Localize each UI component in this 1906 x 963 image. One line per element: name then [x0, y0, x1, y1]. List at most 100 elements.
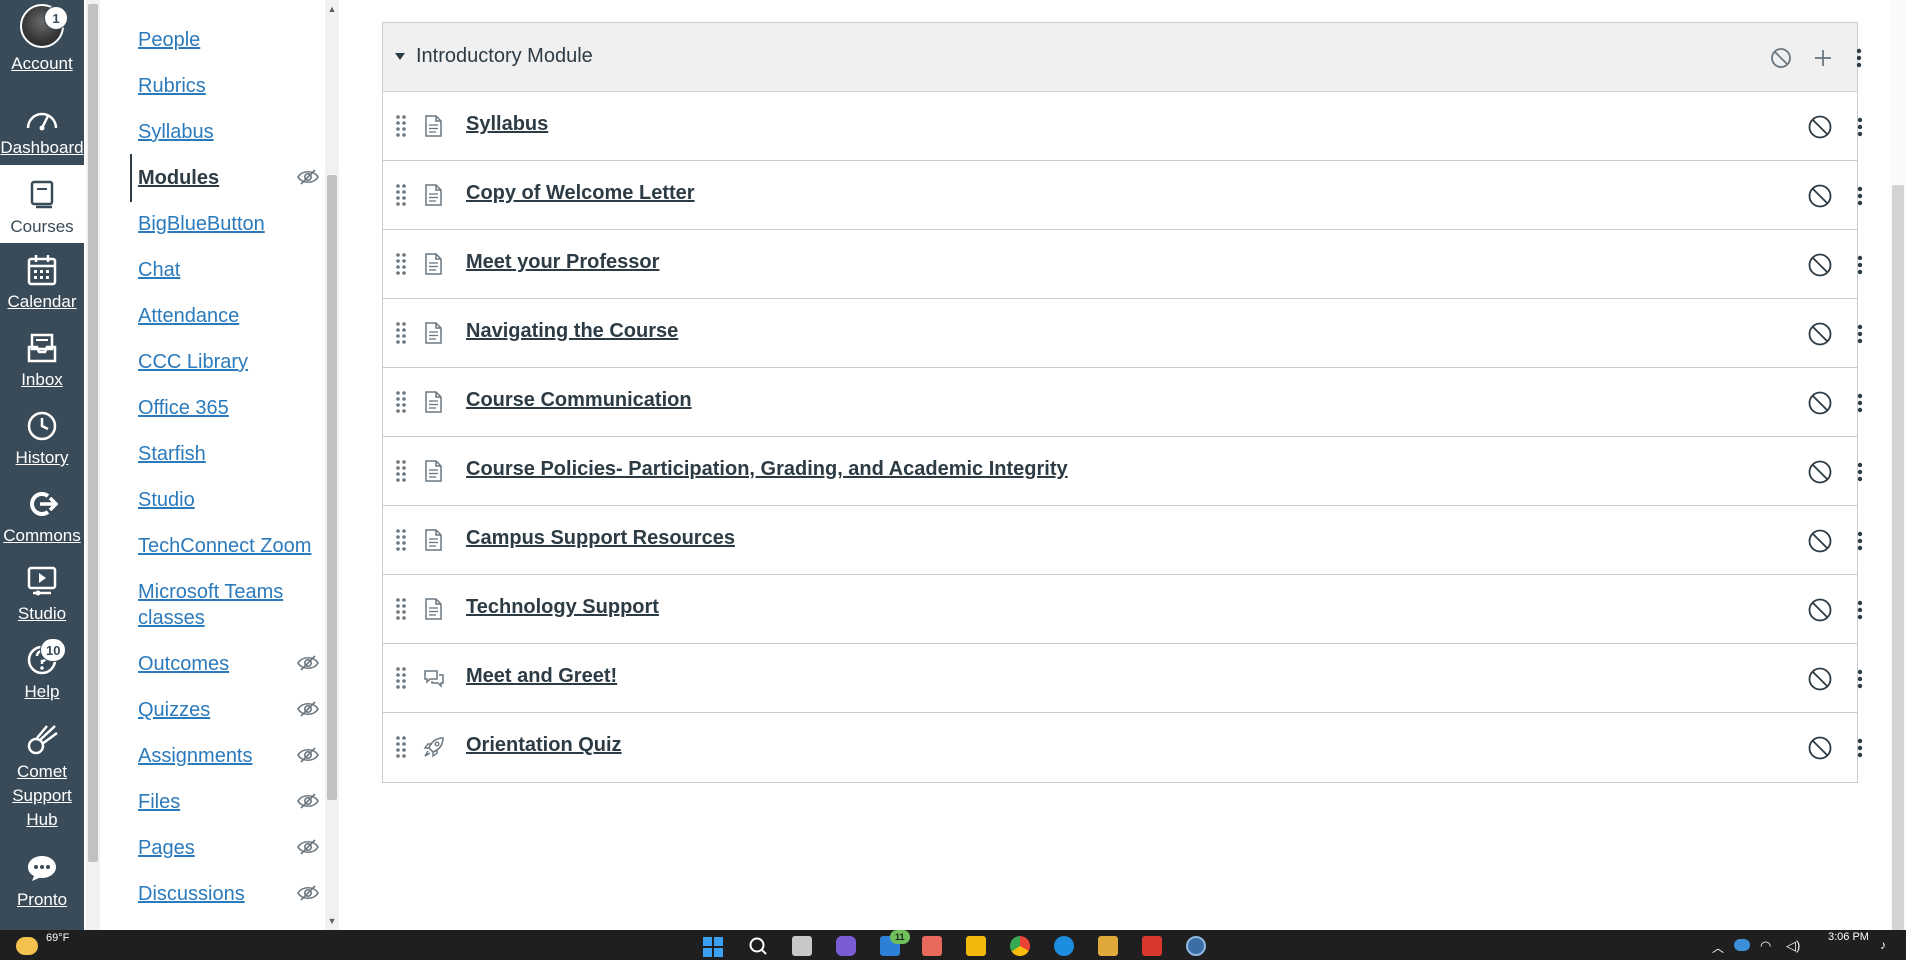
module-item-title-link[interactable]: Course Communication [466, 389, 692, 412]
course-nav-item-syllabus[interactable]: Syllabus [138, 119, 323, 145]
global-nav-history[interactable]: History [0, 406, 84, 470]
item-options-kebab-icon[interactable] [1847, 114, 1873, 140]
unpublished-icon[interactable] [1807, 459, 1833, 485]
global-nav-dashboard[interactable]: Dashboard [0, 100, 84, 160]
unpublished-icon[interactable] [1807, 183, 1833, 209]
item-options-kebab-icon[interactable] [1847, 321, 1873, 347]
clock-time[interactable]: 3:06 PM [1828, 931, 1869, 943]
app-icon[interactable] [1186, 936, 1206, 956]
global-nav-account[interactable]: 1 Account [0, 4, 84, 80]
course-nav-item-rubrics[interactable]: Rubrics [138, 73, 323, 99]
global-nav-courses[interactable]: Courses [0, 165, 84, 243]
drag-handle-icon[interactable] [395, 252, 409, 276]
unpublished-icon[interactable] [1807, 735, 1833, 761]
item-options-kebab-icon[interactable] [1847, 528, 1873, 554]
windows-start-icon[interactable] [702, 936, 724, 958]
page-scrollbar-thumb[interactable] [1892, 185, 1904, 930]
unpublished-icon[interactable] [1807, 114, 1833, 140]
scroll-down-arrow-icon[interactable]: ▼ [325, 914, 339, 928]
drag-handle-icon[interactable] [395, 390, 409, 414]
course-nav-item-people[interactable]: People [138, 27, 323, 53]
item-options-kebab-icon[interactable] [1847, 597, 1873, 623]
unpublished-icon[interactable] [1807, 597, 1833, 623]
global-nav-commons[interactable]: Commons [0, 484, 84, 548]
module-item-title-link[interactable]: Syllabus [466, 113, 548, 136]
module-item-title-link[interactable]: Meet and Greet! [466, 665, 617, 688]
module-options-kebab-icon[interactable] [1847, 46, 1871, 70]
course-nav-item-bigbluebutton[interactable]: BigBlueButton [138, 211, 323, 237]
weather-icon[interactable] [16, 937, 38, 955]
chrome-icon[interactable] [1010, 936, 1030, 956]
unpublished-icon[interactable] [1769, 46, 1793, 70]
drag-handle-icon[interactable] [395, 597, 409, 621]
module-header[interactable]: Introductory Module [383, 23, 1862, 92]
scroll-up-arrow-icon[interactable]: ▲ [325, 2, 339, 16]
drag-handle-icon[interactable] [395, 735, 409, 759]
global-nav-pronto[interactable]: Pronto [0, 848, 84, 912]
drag-handle-icon[interactable] [395, 528, 409, 552]
course-nav-scrollbar-thumb[interactable] [327, 175, 337, 800]
unpublished-icon[interactable] [1807, 252, 1833, 278]
file-explorer-icon[interactable] [966, 936, 986, 956]
drag-handle-icon[interactable] [395, 459, 409, 483]
course-nav-item-files[interactable]: Files [138, 789, 323, 815]
global-nav-scrollbar-thumb[interactable] [88, 4, 98, 862]
volume-icon[interactable]: ◁) [1786, 938, 1800, 954]
course-nav-item-techconnect-zoom[interactable]: TechConnect Zoom [138, 533, 323, 559]
unpublished-icon[interactable] [1807, 528, 1833, 554]
unpublished-icon[interactable] [1807, 666, 1833, 692]
course-nav-item-ccc-library[interactable]: CCC Library [138, 349, 323, 375]
course-nav-item-partial[interactable] [138, 0, 323, 2]
module-item-title-link[interactable]: Orientation Quiz [466, 734, 622, 757]
course-nav-scrollbar[interactable]: ▲ ▼ [325, 0, 339, 930]
module-item-title-link[interactable]: Meet your Professor [466, 251, 659, 274]
global-nav-inbox[interactable]: Inbox [0, 328, 84, 392]
item-options-kebab-icon[interactable] [1847, 183, 1873, 209]
drag-handle-icon[interactable] [395, 666, 409, 690]
drag-handle-icon[interactable] [395, 114, 409, 138]
office-icon[interactable] [1142, 936, 1162, 956]
global-nav-comet-support-hub[interactable]: Comet Support Hub [0, 720, 84, 832]
edge-icon[interactable] [1054, 936, 1074, 956]
item-options-kebab-icon[interactable] [1847, 252, 1873, 278]
item-options-kebab-icon[interactable] [1847, 390, 1873, 416]
add-item-plus-icon[interactable] [1811, 46, 1835, 70]
course-nav-item-office-365[interactable]: Office 365 [138, 395, 323, 421]
module-item-title-link[interactable]: Copy of Welcome Letter [466, 182, 695, 205]
notifications-icon[interactable]: ♪ [1880, 938, 1886, 952]
global-nav-scrollbar[interactable] [86, 0, 100, 930]
item-options-kebab-icon[interactable] [1847, 666, 1873, 692]
course-nav-item-assignments[interactable]: Assignments [138, 743, 323, 769]
task-view-icon[interactable] [792, 936, 812, 956]
module-item-title-link[interactable]: Navigating the Course [466, 320, 678, 343]
course-nav-item-pages[interactable]: Pages [138, 835, 323, 861]
unpublished-icon[interactable] [1807, 390, 1833, 416]
teams-chat-icon[interactable] [836, 936, 856, 956]
unpublished-icon[interactable] [1807, 321, 1833, 347]
collapse-caret-icon[interactable] [395, 53, 405, 60]
course-nav-item-starfish[interactable]: Starfish [138, 441, 323, 467]
wifi-icon[interactable]: ◠ [1760, 938, 1771, 954]
global-nav-studio[interactable]: Studio [0, 562, 84, 626]
global-nav-help[interactable]: 10 Help [0, 638, 84, 704]
snipping-tool-icon[interactable] [922, 936, 942, 956]
course-nav-item-studio[interactable]: Studio [138, 487, 323, 513]
course-nav-item-discussions[interactable]: Discussions [138, 881, 323, 907]
course-nav-item-outcomes[interactable]: Outcomes [138, 651, 323, 677]
drag-handle-icon[interactable] [395, 321, 409, 345]
course-nav-item-chat[interactable]: Chat [138, 257, 323, 283]
item-options-kebab-icon[interactable] [1847, 735, 1873, 761]
global-nav-calendar[interactable]: Calendar [0, 250, 84, 314]
search-icon[interactable] [748, 936, 768, 956]
media-icon[interactable] [1098, 936, 1118, 956]
course-nav-item-microsoft-teams[interactable]: Microsoft Teams classes [138, 579, 323, 631]
module-item-title-link[interactable]: Technology Support [466, 596, 659, 619]
course-nav-item-attendance[interactable]: Attendance [138, 303, 323, 329]
chevron-up-icon[interactable]: ︿ [1712, 939, 1724, 956]
module-item-title-link[interactable]: Campus Support Resources [466, 527, 735, 550]
module-item-title-link[interactable]: Course Policies- Participation, Grading,… [466, 458, 1068, 481]
onedrive-cloud-icon[interactable] [1734, 939, 1750, 951]
item-options-kebab-icon[interactable] [1847, 459, 1873, 485]
drag-handle-icon[interactable] [395, 183, 409, 207]
course-nav-item-modules[interactable]: Modules [138, 165, 323, 191]
